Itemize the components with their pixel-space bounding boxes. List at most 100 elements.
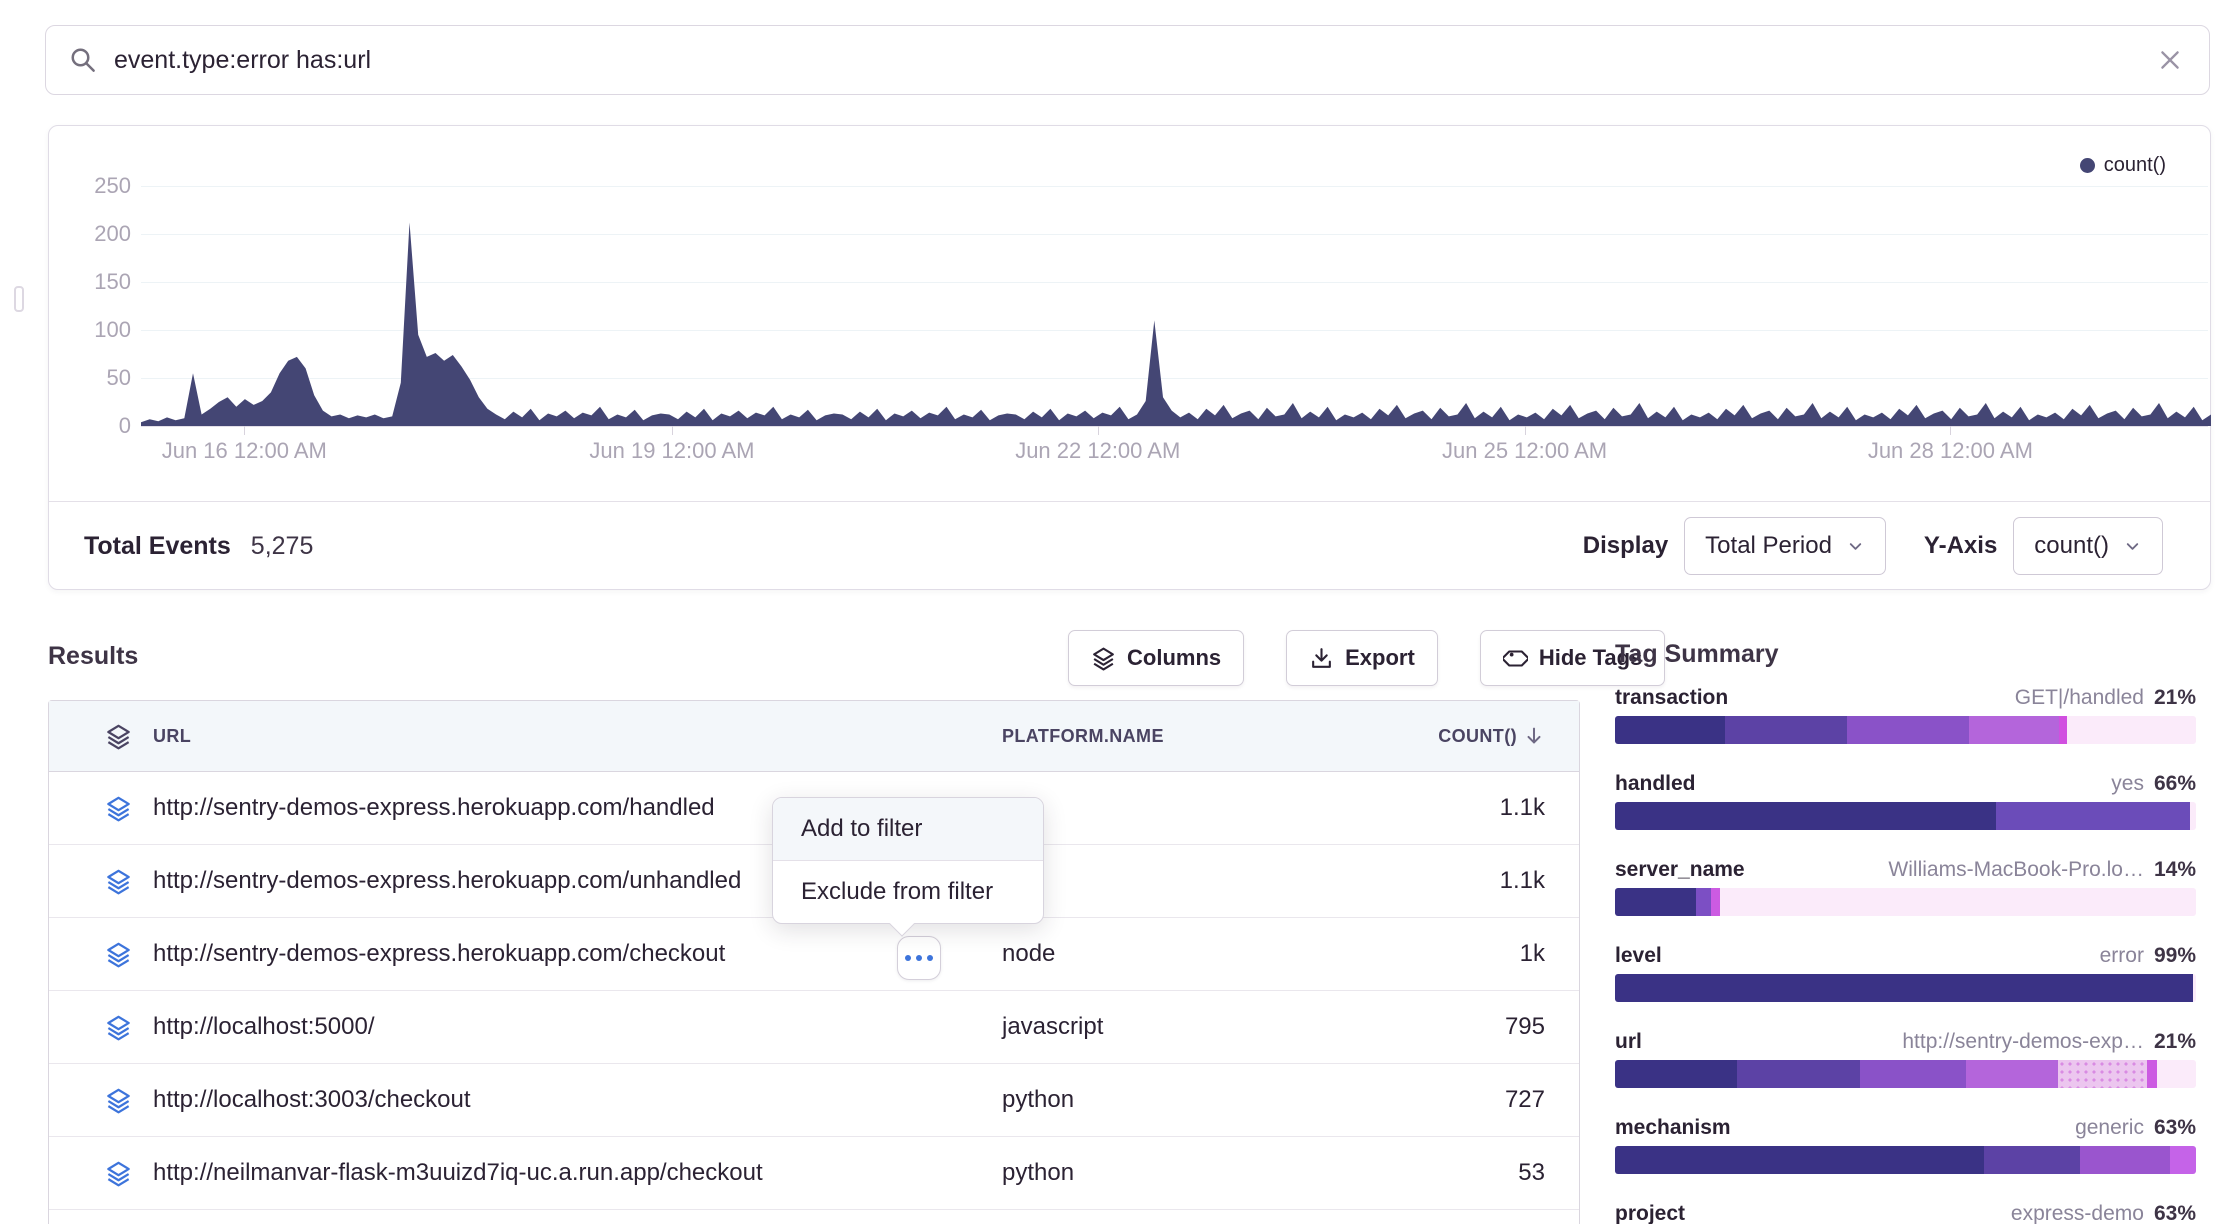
stack-icon xyxy=(83,1087,153,1114)
tag-distribution-bar[interactable] xyxy=(1615,1060,2196,1088)
count-cell[interactable]: 727 xyxy=(1429,1086,1545,1114)
tag-bar-segment[interactable] xyxy=(1711,888,1719,916)
column-header-count[interactable]: COUNT() xyxy=(1429,725,1545,747)
tag-bar-segment[interactable] xyxy=(1615,716,1725,744)
tag-bar-segment[interactable] xyxy=(1615,888,1696,916)
x-axis-tick-mark xyxy=(1950,426,1951,435)
search-input[interactable]: event.type:error has:url xyxy=(114,46,2157,75)
tag-percent: 21% xyxy=(2154,686,2196,710)
column-header-platform[interactable]: PLATFORM.NAME xyxy=(1002,726,1429,747)
x-axis-tick-mark xyxy=(1098,426,1099,435)
tag-distribution-bar[interactable] xyxy=(1615,1146,2196,1174)
platform-cell[interactable]: python xyxy=(1002,1086,1429,1114)
clear-search-icon[interactable] xyxy=(2157,47,2183,73)
tag-bar-segment[interactable] xyxy=(1860,1060,1966,1088)
display-dropdown[interactable]: Total Period xyxy=(1684,517,1886,575)
tag-distribution-bar[interactable] xyxy=(1615,802,2196,830)
count-cell[interactable]: 795 xyxy=(1429,1013,1545,1041)
results-toolbar: Columns Export Hide Tags xyxy=(1068,630,1665,686)
column-header-url[interactable]: URL xyxy=(153,726,1002,747)
events-chart-panel: count() 050100150200250 Jun 16 12:00 AMJ… xyxy=(48,125,2211,590)
total-events-label: Total Events xyxy=(84,532,231,561)
tag-bar-segment[interactable] xyxy=(1737,1060,1860,1088)
table-row[interactable]: http://sentry-demos-express.herokuapp.co… xyxy=(49,918,1579,991)
yaxis-dropdown[interactable]: count() xyxy=(2013,517,2163,575)
tag-percent: 66% xyxy=(2154,772,2196,796)
tag-top-value: yes xyxy=(2111,772,2144,796)
display-dropdown-value: Total Period xyxy=(1705,532,1832,560)
export-button-label: Export xyxy=(1345,645,1415,671)
tag-top-value: express-demo xyxy=(2011,1202,2144,1224)
tag-bar-segment[interactable] xyxy=(1615,974,2193,1002)
tag-icon xyxy=(1503,646,1528,671)
platform-cell[interactable]: node xyxy=(1002,940,1429,968)
tag-percent: 99% xyxy=(2154,944,2196,968)
cell-actions-button[interactable] xyxy=(897,936,941,980)
count-cell[interactable]: 1k xyxy=(1429,940,1545,968)
tag-percent: 63% xyxy=(2154,1116,2196,1140)
tag-percent: 14% xyxy=(2154,858,2196,882)
area-chart[interactable] xyxy=(141,161,2211,426)
sort-descending-icon xyxy=(1523,725,1545,747)
tag-percent: 63% xyxy=(2154,1202,2196,1224)
chevron-down-icon xyxy=(2123,537,2142,556)
results-heading: Results xyxy=(48,642,138,671)
table-header-row: URL PLATFORM.NAME COUNT() xyxy=(49,701,1579,772)
tag-top-value: Williams-MacBook-Pro.lo… xyxy=(1888,858,2144,882)
yaxis-dropdown-value: count() xyxy=(2034,532,2109,560)
platform-cell[interactable]: python xyxy=(1002,1159,1429,1187)
tag-bar-segment[interactable] xyxy=(1725,716,1847,744)
tag-name: level xyxy=(1615,944,1662,968)
tag-bar-segment[interactable] xyxy=(2147,1060,2157,1088)
tag-bar-segment[interactable] xyxy=(1966,1060,2058,1088)
search-bar[interactable]: event.type:error has:url xyxy=(45,25,2210,95)
tag-bar-segment[interactable] xyxy=(1996,802,2191,830)
tag-bar-segment[interactable] xyxy=(1615,1060,1737,1088)
tag-name: mechanism xyxy=(1615,1116,1731,1140)
table-row[interactable]: http://localhost:3003/checkoutpython727 xyxy=(49,1064,1579,1137)
url-cell[interactable]: http://neilmanvar-flask-m3uuizd7iq-uc.a.… xyxy=(153,1159,1002,1187)
results-table: URL PLATFORM.NAME COUNT() http://sentry-… xyxy=(48,700,1580,1224)
tag-summary-row: transaction GET|/handled 21% xyxy=(1615,686,2196,744)
export-button[interactable]: Export xyxy=(1286,630,1438,686)
tag-bar-segment[interactable] xyxy=(1847,716,1969,744)
tag-summary-row: server_name Williams-MacBook-Pro.lo… 14% xyxy=(1615,858,2196,916)
url-cell[interactable]: http://sentry-demos-express.herokuapp.co… xyxy=(153,940,1002,968)
count-cell[interactable]: 1.1k xyxy=(1429,867,1545,895)
tag-distribution-bar[interactable] xyxy=(1615,974,2196,1002)
tag-bar-segment[interactable] xyxy=(2059,716,2067,744)
tag-summary-row: urlhttp://sentry-demos-exp…21% xyxy=(1615,1030,2196,1088)
y-axis-tick-label: 100 xyxy=(69,317,131,343)
x-axis-tick-label: Jun 25 12:00 AM xyxy=(1415,438,1635,464)
menu-item-exclude-from-filter[interactable]: Exclude from filter xyxy=(773,861,1043,923)
tag-top-value: GET|/handled xyxy=(2015,686,2144,710)
tag-bar-segment[interactable] xyxy=(1696,888,1711,916)
tag-bar-segment[interactable] xyxy=(1969,716,2059,744)
tag-name: server_name xyxy=(1615,858,1745,882)
tag-bar-segment[interactable] xyxy=(1984,1146,2080,1174)
sidebar-resize-handle[interactable] xyxy=(14,286,24,312)
table-row[interactable]: http://localhost:5000/javascript795 xyxy=(49,991,1579,1064)
tag-distribution-bar[interactable] xyxy=(1615,716,2196,744)
menu-item-add-to-filter[interactable]: Add to filter xyxy=(773,798,1043,860)
url-cell[interactable]: http://localhost:3003/checkout xyxy=(153,1086,1002,1114)
tag-bar-segment[interactable] xyxy=(2170,1146,2196,1174)
tag-bar-segment[interactable] xyxy=(2080,1146,2170,1174)
tag-bar-segment[interactable] xyxy=(1615,802,1996,830)
count-cell[interactable]: 1.1k xyxy=(1429,794,1545,822)
url-cell[interactable]: http://localhost:5000/ xyxy=(153,1013,1002,1041)
tag-bar-segment[interactable] xyxy=(2058,1060,2146,1088)
table-row[interactable]: http://neilmanvar-flask-m3uuizd7iq-uc.a.… xyxy=(49,1137,1579,1210)
table-row-partial xyxy=(49,1210,1579,1224)
tag-name: transaction xyxy=(1615,686,1728,710)
count-cell[interactable]: 53 xyxy=(1429,1159,1545,1187)
tag-bar-segment[interactable] xyxy=(1615,1146,1984,1174)
columns-button[interactable]: Columns xyxy=(1068,630,1244,686)
platform-cell[interactable]: javascript xyxy=(1002,1013,1429,1041)
tag-distribution-bar[interactable] xyxy=(1615,888,2196,916)
x-axis-tick-mark xyxy=(672,426,673,435)
download-icon xyxy=(1309,646,1334,671)
stack-icon xyxy=(83,795,153,822)
tag-name: url xyxy=(1615,1030,1642,1054)
stack-icon xyxy=(83,868,153,895)
